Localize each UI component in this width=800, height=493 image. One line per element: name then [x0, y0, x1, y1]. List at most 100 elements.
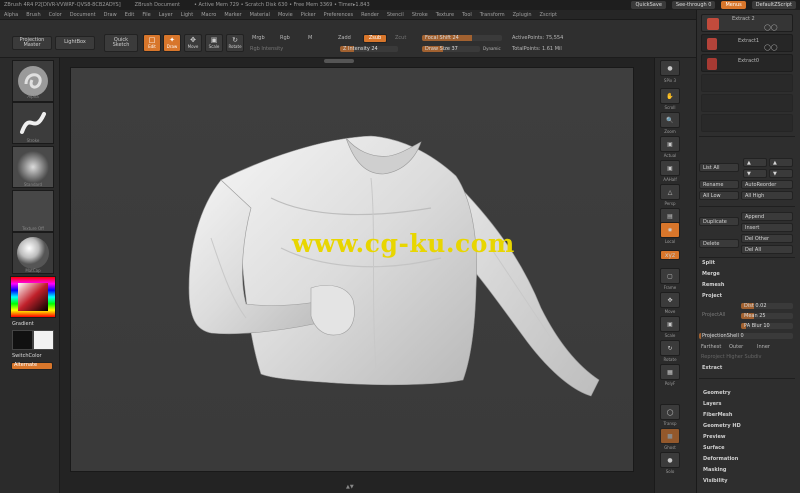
del-other-button[interactable]: Del Other [741, 234, 793, 243]
subtool-item[interactable]: Extract 2 ◯◯ [701, 14, 793, 32]
menu-picker[interactable]: Picker [301, 12, 316, 18]
canvas-top-handle[interactable] [324, 59, 354, 63]
menu-brush[interactable]: Brush [26, 12, 40, 18]
draw-size-slider[interactable]: Draw Size 37 [422, 46, 480, 52]
move-button[interactable]: ✥ Move [184, 34, 202, 52]
move-tool-button[interactable]: ✥ [660, 292, 680, 308]
split-menu[interactable]: Split [702, 260, 715, 266]
menu-preferences[interactable]: Preferences [324, 12, 353, 18]
menu-material[interactable]: Material [250, 12, 270, 18]
farthest-button[interactable]: Farthest [701, 344, 721, 350]
edit-button[interactable]: □ Edit [143, 34, 161, 52]
menu-marker[interactable]: Marker [224, 12, 241, 18]
pa-blur-slider[interactable]: PA Blur 10 [741, 323, 793, 329]
scroll-button[interactable]: ✋ [660, 88, 680, 104]
menu-file[interactable]: File [142, 12, 150, 18]
section-geometry[interactable]: Geometry [703, 390, 731, 396]
section-preview[interactable]: Preview [703, 434, 726, 440]
menu-stencil[interactable]: Stencil [387, 12, 404, 18]
z-intensity-slider[interactable]: Z Intensity 24 [340, 46, 398, 52]
projectall-button[interactable]: ProjectAll [702, 312, 725, 318]
menu-light[interactable]: Light [181, 12, 193, 18]
lightbox-button[interactable]: LightBox [55, 36, 95, 50]
menu-stroke[interactable]: Stroke [412, 12, 428, 18]
menu-layer[interactable]: Layer [159, 12, 173, 18]
spix-slider[interactable]: SPix 3 [657, 78, 683, 83]
dist-slider[interactable]: Dist 0.02 [741, 303, 793, 309]
subtool-item[interactable] [701, 114, 793, 132]
list-all-button[interactable]: List All [699, 163, 739, 172]
draw-button[interactable]: ✦ Draw [163, 34, 181, 52]
menu-texture[interactable]: Texture [436, 12, 454, 18]
document-canvas[interactable] [70, 67, 634, 472]
menu-color[interactable]: Color [49, 12, 62, 18]
section-surface[interactable]: Surface [703, 445, 725, 451]
insert-button[interactable]: Insert [741, 223, 793, 232]
rgb-intensity-slider[interactable]: Rgb Intensity [250, 46, 283, 52]
all-high-button[interactable]: All High [741, 191, 793, 200]
section-geometry-hd[interactable]: Geometry HD [703, 423, 741, 429]
zadd-button[interactable]: Zadd [338, 35, 351, 41]
rgb-button[interactable]: Rgb [280, 35, 290, 41]
extract-menu[interactable]: Extract [702, 365, 722, 371]
switchcolor-button[interactable]: SwitchColor [12, 353, 42, 359]
frame-button[interactable]: ▢ [660, 268, 680, 284]
move-down-alt-button[interactable]: ▼ [769, 169, 793, 178]
menu-edit[interactable]: Edit [125, 12, 135, 18]
menu-zplugin[interactable]: Zplugin [513, 12, 532, 18]
focal-shift-slider[interactable]: Focal Shift 24 [422, 35, 502, 41]
mean-slider[interactable]: Mean 25 [741, 313, 793, 319]
rotate-button[interactable]: ↻ Rotate [226, 34, 244, 52]
all-low-button[interactable]: All Low [699, 191, 739, 200]
duplicate-button[interactable]: Duplicate [699, 217, 739, 226]
polyf-button[interactable]: ▦ [660, 364, 680, 380]
projection-shell-slider[interactable]: ProjectionShell 0 [699, 333, 793, 339]
menu-macro[interactable]: Macro [201, 12, 216, 18]
color-picker[interactable] [10, 276, 56, 318]
gradient-label[interactable]: Gradient [12, 321, 34, 327]
ghost-button[interactable]: ■ [660, 428, 680, 444]
del-all-button[interactable]: Del All [741, 245, 793, 254]
menu-render[interactable]: Render [361, 12, 379, 18]
actual-button[interactable]: ▣ [660, 136, 680, 152]
solo-button[interactable]: ● [660, 452, 680, 468]
alternate-button[interactable]: Alternate [11, 362, 53, 370]
local-button[interactable]: ✸ [660, 222, 680, 238]
main-color-swatch[interactable] [12, 330, 33, 350]
scale-tool-button[interactable]: ▣ [660, 316, 680, 332]
menu-alpha[interactable]: Alpha [4, 12, 18, 18]
section-visibility[interactable]: Visibility [703, 478, 728, 484]
menu-transform[interactable]: Transform [480, 12, 505, 18]
section-masking[interactable]: Masking [703, 467, 727, 473]
mrgb-button[interactable]: Mrgb [252, 35, 265, 41]
menu-tool[interactable]: Tool [462, 12, 472, 18]
rotate-tool-button[interactable]: ↻ [660, 340, 680, 356]
merge-menu[interactable]: Merge [702, 271, 720, 277]
move-up-button[interactable]: ▲ [743, 158, 767, 167]
m-button[interactable]: M [308, 35, 312, 41]
zoom-button[interactable]: 🔍 [660, 112, 680, 128]
eye-icon[interactable]: ◯◯ [764, 24, 777, 31]
subtool-item[interactable] [701, 74, 793, 92]
menu-movie[interactable]: Movie [278, 12, 293, 18]
outer-button[interactable]: Outer [729, 344, 743, 350]
move-down-button[interactable]: ▼ [743, 169, 767, 178]
dynamic-button[interactable]: Dynamic [483, 46, 501, 51]
move-up-alt-button[interactable]: ▲ [769, 158, 793, 167]
quicksave-button[interactable]: QuickSave [631, 1, 666, 9]
menu-zscript[interactable]: Zscript [540, 12, 557, 18]
persp-button[interactable]: △ [660, 184, 680, 200]
project-menu[interactable]: Project [702, 293, 722, 299]
transp-button[interactable]: ◯ [660, 404, 680, 420]
section-fibermesh[interactable]: FiberMesh [703, 412, 732, 418]
section-deformation[interactable]: Deformation [703, 456, 738, 462]
bpr-button[interactable]: ● [660, 60, 680, 76]
section-layers[interactable]: Layers [703, 401, 722, 407]
menus-button[interactable]: Menus [721, 1, 746, 9]
zsub-button[interactable]: Zsub [363, 34, 387, 43]
default-zscript-button[interactable]: DefaultZScript [751, 1, 796, 9]
menu-draw[interactable]: Draw [104, 12, 117, 18]
subtool-item[interactable]: Extract1 ◯◯ [701, 34, 793, 52]
see-through-slider[interactable]: See-through 0 [671, 1, 716, 9]
quick-sketch-button[interactable]: Quick Sketch [104, 34, 138, 52]
